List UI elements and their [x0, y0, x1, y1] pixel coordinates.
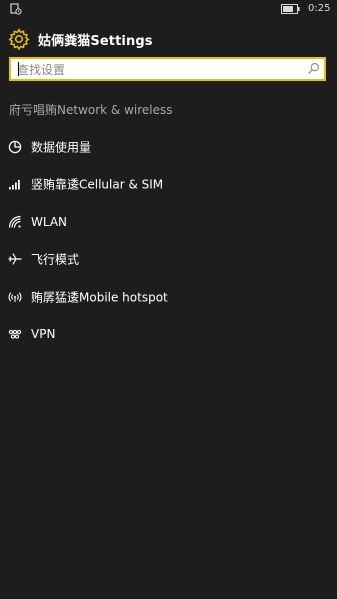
hotspot-icon — [8, 292, 22, 302]
search-icon[interactable] — [307, 62, 320, 75]
menu-item-airplane-mode[interactable]: 飞行模式 — [0, 241, 337, 279]
menu-item-data-usage[interactable]: 数据使用量 — [0, 128, 337, 166]
status-clock: 0:25 — [308, 3, 331, 14]
search-box[interactable] — [9, 57, 326, 81]
page-header: 姑俩粪猫Settings — [8, 27, 153, 51]
section-title: 府亏唱贿Network & wireless — [9, 103, 173, 117]
menu-item-label: 数据使用量 — [31, 140, 92, 155]
text-caret — [18, 62, 19, 76]
search-input[interactable] — [17, 61, 297, 78]
menu-item-mobile-hotspot[interactable]: 贿孱猛逶Mobile hotspot — [0, 278, 337, 316]
menu-item-wlan[interactable]: WLAN — [0, 203, 337, 241]
menu-item-label: 贿孱猛逶Mobile hotspot — [31, 290, 168, 305]
gear-icon — [8, 28, 30, 50]
vpn-icon — [8, 330, 22, 339]
menu-item-label: VPN — [31, 327, 56, 342]
menu-item-cellular[interactable]: 竖贿靠逶Cellular & SIM — [0, 166, 337, 204]
settings-menu: 数据使用量 竖贿靠逶Cellular & SIM WLAN 飞行模式 贿孱猛逶M… — [0, 128, 337, 353]
battery-icon — [281, 4, 300, 14]
airplane-icon — [8, 253, 22, 265]
menu-item-label: 竖贿靠逶Cellular & SIM — [31, 177, 164, 192]
data-saver-icon — [10, 3, 22, 15]
pie-chart-icon — [8, 140, 22, 153]
wifi-icon — [8, 215, 21, 228]
menu-item-vpn[interactable]: VPN — [0, 316, 337, 354]
menu-item-label: WLAN — [31, 214, 68, 229]
page-title: 姑俩粪猫Settings — [38, 33, 153, 49]
status-bar: 0:25 — [0, 0, 337, 18]
signal-bars-icon — [9, 180, 20, 190]
menu-item-label: 飞行模式 — [31, 252, 80, 267]
settings-screen: 0:25 姑俩粪猫Settings 府亏唱贿Network & wireless — [0, 0, 337, 599]
